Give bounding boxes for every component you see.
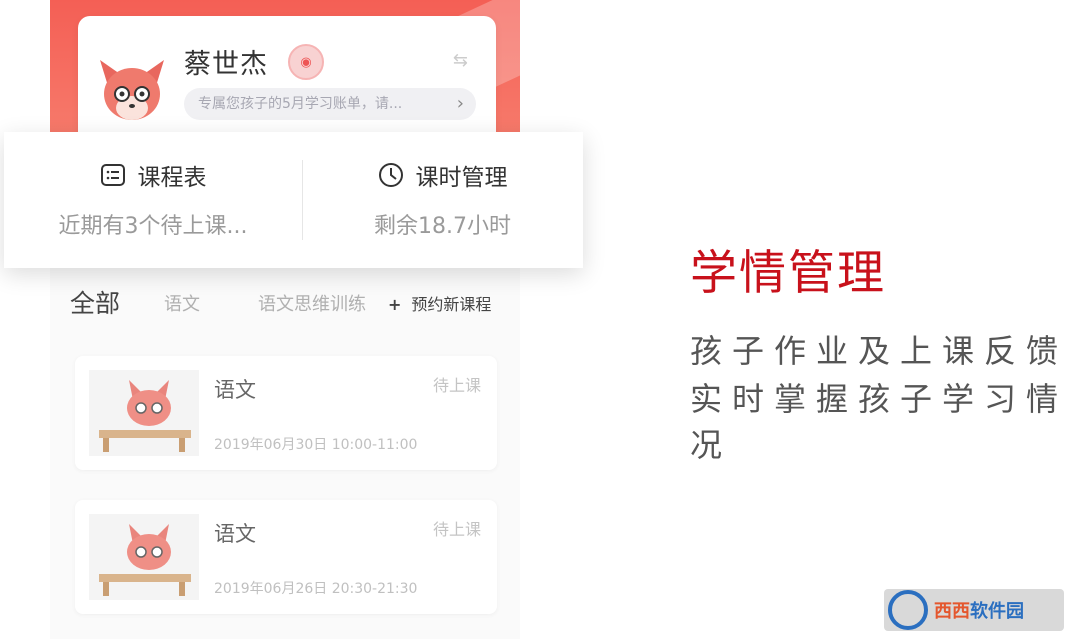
schedule-entry[interactable]: 课程表 近期有3个待上课...	[4, 132, 302, 268]
course-card[interactable]: 语文 待上课 2019年06月26日 20:30-21:30	[75, 500, 497, 614]
watermark-text-2: 软件园	[970, 601, 1024, 622]
switch-account-icon[interactable]: ⇆	[453, 50, 468, 71]
tab-all[interactable]: 全部	[70, 284, 120, 320]
plus-icon: +	[388, 295, 402, 314]
user-name: 蔡世杰	[184, 49, 268, 80]
marketing-headline: 学情管理	[690, 246, 886, 301]
schedule-title: 课程表	[137, 165, 207, 191]
fox-desk-illustration	[89, 514, 199, 600]
tab-chinese[interactable]: 语文	[164, 290, 200, 316]
marketing-line-2: 实时掌握孩子学习情况	[690, 380, 1069, 464]
fox-desk-illustration	[89, 370, 199, 456]
site-watermark: 西西 软件园	[884, 589, 1064, 631]
course-time: 2019年06月26日 20:30-21:30	[214, 581, 418, 597]
vip-badge-icon: ◉	[288, 44, 324, 80]
course-time: 2019年06月30日 10:00-11:00	[214, 437, 418, 453]
book-course-button[interactable]: + 预约新课程	[388, 291, 491, 315]
hours-subtitle: 剩余18.7小时	[374, 214, 511, 239]
marketing-line-1: 孩子作业及上课反馈	[690, 332, 1069, 370]
tab-chinese-thinking[interactable]: 语文思维训练	[258, 290, 380, 316]
monthly-bill-banner[interactable]: 专属您孩子的5月学习账单，请... ›	[184, 88, 476, 120]
schedule-subtitle: 近期有3个待上课...	[58, 214, 248, 239]
course-tabs: 全部 语文 语文思维训练 + 预约新课程	[70, 282, 520, 322]
course-card[interactable]: 语文 待上课 2019年06月30日 10:00-11:00	[75, 356, 497, 470]
course-status: 待上课	[432, 520, 481, 539]
hours-title: 课时管理	[415, 165, 508, 191]
fox-avatar	[100, 60, 164, 120]
clock-icon	[378, 163, 403, 187]
watermark-text-1: 西西	[934, 601, 970, 622]
book-course-label: 预约新课程	[411, 295, 492, 314]
quick-access-card: 课程表 近期有3个待上课... 课时管理 剩余18.7小时	[4, 132, 583, 268]
chevron-right-icon: ›	[456, 93, 464, 114]
watermark-logo-icon	[888, 590, 928, 630]
bill-text: 专属您孩子的5月学习账单，请...	[198, 96, 403, 112]
course-name: 语文	[214, 522, 256, 546]
course-status: 待上课	[432, 376, 481, 395]
course-name: 语文	[214, 378, 256, 402]
hours-entry[interactable]: 课时管理 剩余18.7小时	[302, 132, 583, 268]
profile-card: 蔡世杰 ◉ ⇆ 专属您孩子的5月学习账单，请... ›	[78, 16, 496, 134]
schedule-list-icon	[100, 164, 125, 186]
